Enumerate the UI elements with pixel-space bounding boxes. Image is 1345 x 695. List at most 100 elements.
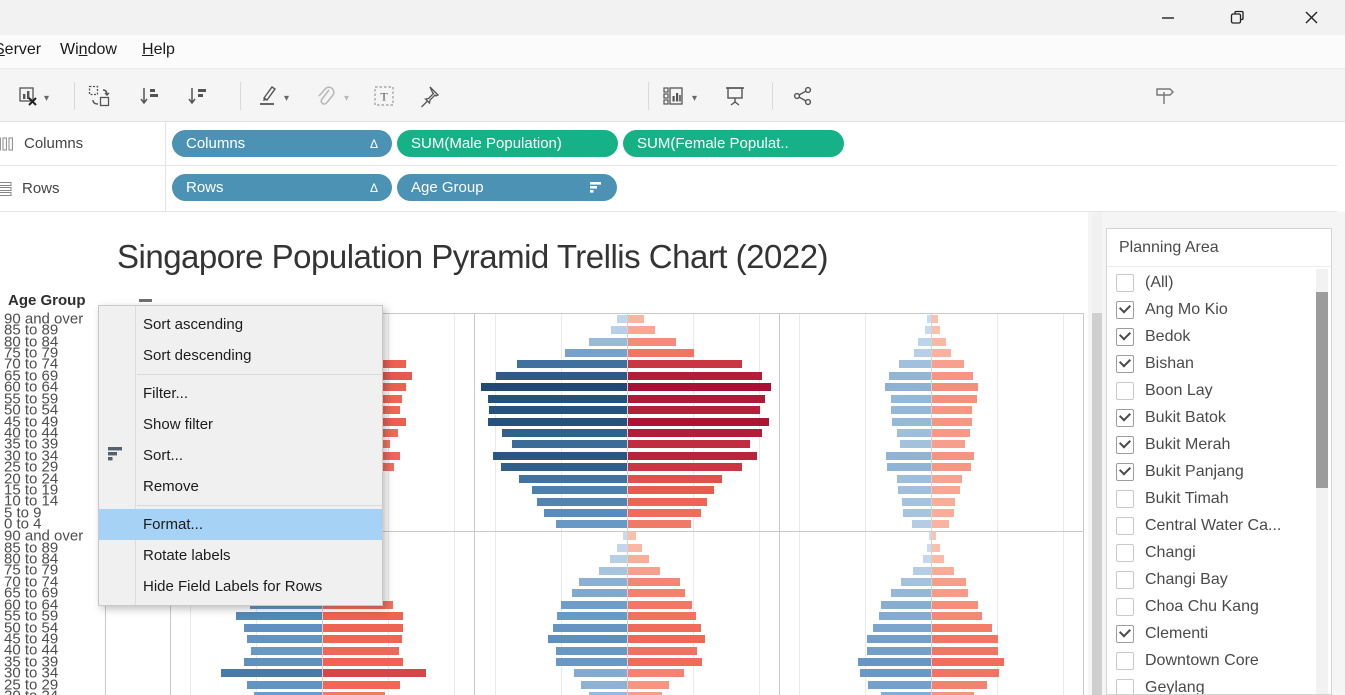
- male-bar[interactable]: [519, 475, 627, 483]
- male-bar[interactable]: [879, 612, 931, 620]
- female-bar[interactable]: [628, 567, 660, 575]
- filter-item-geylang[interactable]: Geylang: [1107, 674, 1307, 695]
- female-bar[interactable]: [628, 429, 762, 437]
- female-bar[interactable]: [323, 658, 403, 666]
- context-menu-item-show-filter[interactable]: Show filter: [99, 409, 382, 440]
- male-bar[interactable]: [881, 601, 931, 609]
- filter-item--all-[interactable]: (All): [1107, 269, 1307, 296]
- swap-rows-columns-icon[interactable]: [86, 83, 112, 109]
- context-menu-item-remove[interactable]: Remove: [99, 471, 382, 502]
- male-bar[interactable]: [889, 372, 931, 380]
- male-bar[interactable]: [544, 509, 627, 517]
- filter-item-bukit-timah[interactable]: Bukit Timah: [1107, 485, 1307, 512]
- female-bar[interactable]: [932, 452, 974, 460]
- female-bar[interactable]: [628, 658, 702, 666]
- male-bar[interactable]: [537, 498, 627, 506]
- checkbox-checked[interactable]: [1116, 463, 1134, 481]
- female-bar[interactable]: [932, 315, 938, 323]
- show-cards-caret-icon[interactable]: ▾: [692, 93, 697, 104]
- checkbox-unchecked[interactable]: [1116, 571, 1134, 589]
- male-bar[interactable]: [617, 544, 627, 552]
- filter-item-changi[interactable]: Changi: [1107, 539, 1307, 566]
- checkbox-unchecked[interactable]: [1116, 517, 1134, 535]
- male-bar[interactable]: [925, 326, 931, 334]
- male-bar[interactable]: [912, 520, 931, 528]
- close-button[interactable]: [1285, 0, 1337, 35]
- male-bar[interactable]: [886, 452, 931, 460]
- male-bar[interactable]: [557, 612, 627, 620]
- female-bar[interactable]: [932, 669, 999, 677]
- filter-item-choa-chu-kang[interactable]: Choa Chu Kang: [1107, 593, 1307, 620]
- male-bar[interactable]: [572, 589, 627, 597]
- context-menu-item-hide-field-labels-for-rows[interactable]: Hide Field Labels for Rows: [99, 571, 382, 602]
- female-bar[interactable]: [932, 509, 954, 517]
- female-bar[interactable]: [628, 498, 707, 506]
- male-bar[interactable]: [502, 429, 627, 437]
- male-bar[interactable]: [556, 658, 627, 666]
- male-bar[interactable]: [574, 669, 627, 677]
- female-bar[interactable]: [932, 498, 955, 506]
- female-bar[interactable]: [628, 383, 771, 391]
- filter-item-boon-lay[interactable]: Boon Lay: [1107, 377, 1307, 404]
- text-label-icon[interactable]: T: [371, 83, 397, 109]
- male-bar[interactable]: [901, 578, 931, 586]
- clear-sheet-caret-icon[interactable]: ▾: [44, 93, 49, 104]
- rows-shelf[interactable]: Rows RowsΔAge Group: [0, 166, 1337, 212]
- female-bar[interactable]: [628, 326, 655, 334]
- male-bar[interactable]: [244, 658, 322, 666]
- clear-sheet-icon[interactable]: [15, 83, 41, 109]
- male-bar[interactable]: [488, 418, 627, 426]
- menu-window[interactable]: Window: [60, 41, 117, 59]
- field-label-menu-icon[interactable]: [139, 299, 152, 302]
- minimize-button[interactable]: [1145, 0, 1191, 35]
- female-bar[interactable]: [628, 578, 680, 586]
- female-bar[interactable]: [932, 418, 972, 426]
- male-bar[interactable]: [891, 406, 931, 414]
- female-bar[interactable]: [932, 567, 954, 575]
- male-bar[interactable]: [885, 383, 931, 391]
- menu-help[interactable]: Help: [142, 41, 175, 59]
- filter-item-bukit-batok[interactable]: Bukit Batok: [1107, 404, 1307, 431]
- female-bar[interactable]: [628, 520, 691, 528]
- checkbox-unchecked[interactable]: [1116, 544, 1134, 562]
- checkbox-checked[interactable]: [1116, 436, 1134, 454]
- female-bar[interactable]: [628, 635, 705, 643]
- checkbox-checked[interactable]: [1116, 625, 1134, 643]
- female-bar[interactable]: [932, 544, 940, 552]
- male-bar[interactable]: [873, 624, 931, 632]
- female-bar[interactable]: [323, 635, 402, 643]
- female-bar[interactable]: [932, 338, 946, 346]
- view-scrollbar-thumb[interactable]: [1092, 313, 1102, 695]
- checkbox-checked[interactable]: [1116, 328, 1134, 346]
- filter-item-downtown-core[interactable]: Downtown Core: [1107, 647, 1307, 674]
- male-bar[interactable]: [517, 360, 627, 368]
- male-bar[interactable]: [565, 349, 627, 357]
- female-bar[interactable]: [932, 429, 970, 437]
- female-bar[interactable]: [932, 372, 973, 380]
- female-bar[interactable]: [628, 601, 692, 609]
- male-bar[interactable]: [927, 544, 931, 552]
- highlight-icon[interactable]: [254, 83, 280, 109]
- female-bar[interactable]: [628, 418, 769, 426]
- male-bar[interactable]: [236, 612, 322, 620]
- context-menu-item-format-[interactable]: Format...: [99, 509, 382, 540]
- male-bar[interactable]: [867, 635, 931, 643]
- menu-server[interactable]: Server: [0, 41, 41, 59]
- checkbox-unchecked[interactable]: [1116, 598, 1134, 616]
- male-bar[interactable]: [897, 475, 931, 483]
- male-bar[interactable]: [610, 555, 627, 563]
- pill-age-group[interactable]: Age Group: [397, 174, 617, 201]
- age-group-header[interactable]: 20 to 24: [4, 688, 58, 695]
- male-bar[interactable]: [489, 406, 627, 414]
- filter-scrollbar[interactable]: [1316, 269, 1328, 694]
- signpost-icon[interactable]: [1152, 83, 1178, 109]
- female-bar[interactable]: [628, 555, 649, 563]
- male-bar[interactable]: [532, 486, 627, 494]
- context-menu-item-sort-ascending[interactable]: Sort ascending: [99, 309, 382, 340]
- female-bar[interactable]: [628, 681, 669, 689]
- female-bar[interactable]: [628, 544, 642, 552]
- female-bar[interactable]: [628, 463, 742, 471]
- female-bar[interactable]: [628, 395, 765, 403]
- female-bar[interactable]: [628, 624, 701, 632]
- female-bar[interactable]: [932, 555, 944, 563]
